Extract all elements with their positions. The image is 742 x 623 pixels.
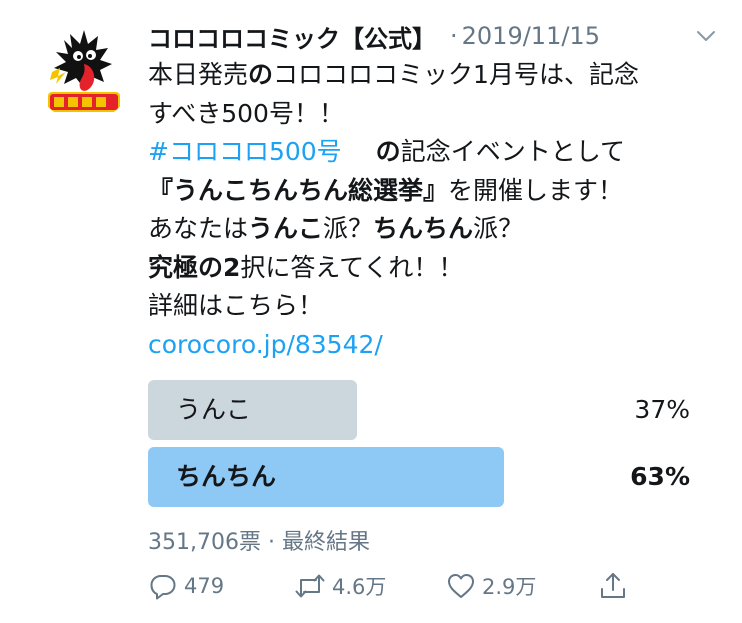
tweet-link[interactable]: corocoro.jp/83542/ [148, 326, 718, 365]
poll-meta: 351,706票 · 最終結果 [148, 524, 370, 556]
retweet-button[interactable]: 4.6万 [294, 566, 386, 606]
text-segment-bold: の [248, 60, 274, 89]
corocoro-logo-icon [34, 22, 134, 122]
poll-option-unko: うんこ 37% [148, 380, 694, 440]
reply-icon [150, 575, 176, 600]
share-button[interactable] [598, 566, 628, 606]
header-separator: · [450, 22, 458, 50]
text-segment-bold: ちんちん [373, 214, 474, 243]
text-segment: 本日発売 [148, 60, 249, 89]
text-segment-bold: 究極の2 [148, 252, 241, 282]
poll-meta-separator: · [267, 530, 275, 555]
text-segment: を開催します！ [448, 175, 624, 205]
like-count: 2.9万 [482, 575, 537, 599]
poll-status: 最終結果 [281, 530, 370, 555]
text-segment-bold: の [375, 137, 401, 166]
text-segment: 派？ [323, 214, 374, 243]
text-segment: あなたは [148, 214, 249, 243]
like-button[interactable]: 2.9万 [446, 566, 536, 606]
poll-option-percent: 37% [634, 395, 690, 424]
reply-button[interactable]: 479 [148, 566, 224, 606]
text-line-1: 本日発売のコロコロコミック1月号は、記念 [148, 56, 718, 95]
poll-option-label: ちんちん [176, 462, 277, 491]
text-segment: 派？ [473, 214, 524, 243]
text-line-6: 究極の2択に答えてくれ！！ [148, 249, 718, 288]
text-line-5: あなたはうんこ派？ちんちん派？ [148, 210, 718, 249]
text-segment-bold: うんこ [248, 214, 324, 243]
text-line-4: 『うんこちんちん総選挙』を開催します！ [148, 172, 718, 211]
text-line-2: すべき500号！！ [148, 98, 344, 128]
tweet-text: 本日発売のコロコロコミック1月号は、記念 すべき500号！！ #コロコロ500号… [148, 56, 718, 364]
tweet-header: コロコロコミック【公式】 · 2019/11/15 [148, 16, 722, 56]
reply-count: 479 [184, 574, 225, 598]
poll-vote-count: 351,706票 [148, 530, 261, 555]
avatar[interactable] [34, 22, 134, 122]
tweet-date[interactable]: 2019/11/15 [462, 22, 600, 50]
tweet-actions: 479 4.6万 2.9万 [148, 566, 648, 606]
text-line-7: 詳細はこちら！ [148, 291, 324, 320]
retweet-icon [295, 574, 325, 598]
author-name[interactable]: コロコロコミック【公式】 [148, 19, 436, 54]
poll-option-percent: 63% [630, 462, 690, 491]
poll-option-label: うんこ [176, 395, 252, 424]
text-segment: 記念イベントとして [400, 137, 625, 166]
retweet-count: 4.6万 [332, 575, 387, 599]
poll-option-chinchin: ちんちん 63% [148, 447, 694, 507]
chevron-down-icon[interactable] [694, 24, 718, 48]
hashtag-link[interactable]: #コロコロ500号 [148, 137, 342, 166]
event-title: 『うんこちんちん総選挙』 [148, 175, 449, 205]
share-icon [601, 573, 625, 598]
heart-icon [448, 574, 474, 598]
text-segment: コロコロコミック1月号は、記念 [273, 60, 639, 89]
text-segment: 択に答えてくれ！！ [240, 252, 464, 282]
text-line-3: #コロコロ500号 の記念イベントとして [148, 133, 718, 172]
